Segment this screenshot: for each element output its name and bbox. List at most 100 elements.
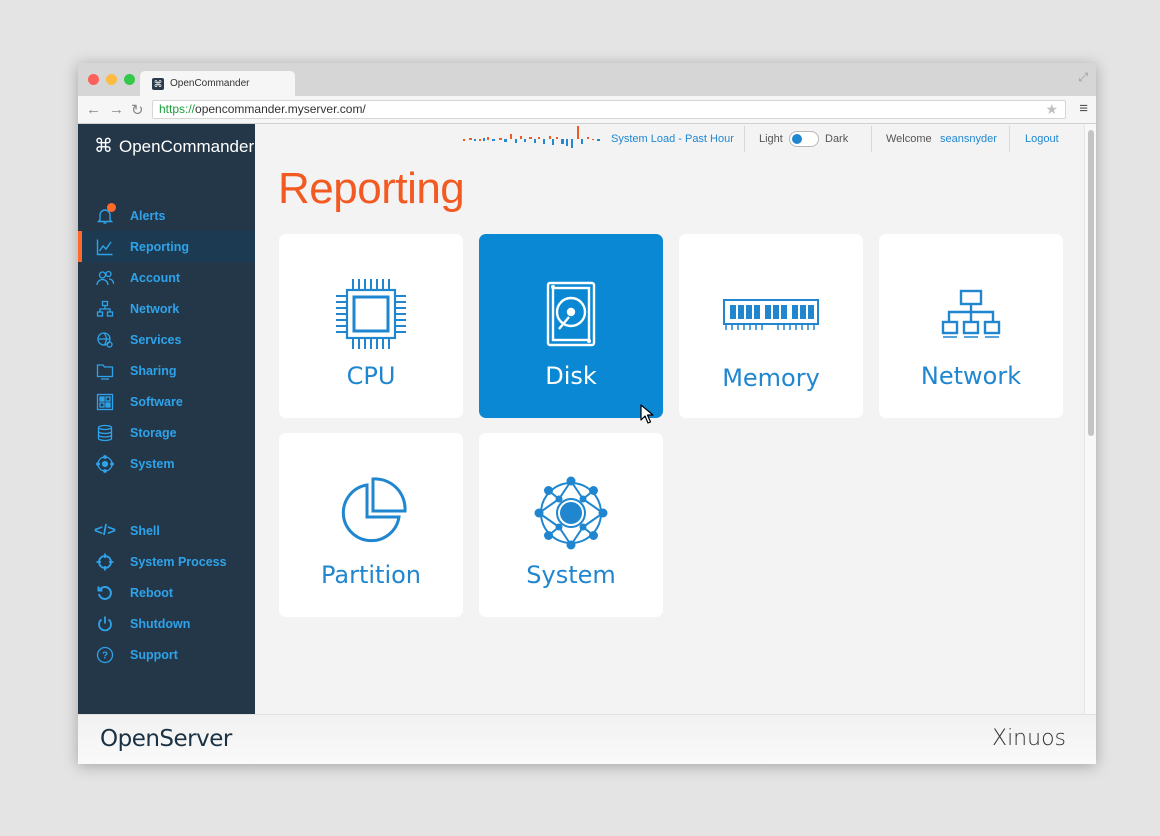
sidebar-item-reporting[interactable]: Reporting — [78, 231, 255, 262]
sidebar-item-shutdown[interactable]: Shutdown — [78, 608, 255, 639]
sidebar-item-network[interactable]: Network — [78, 293, 255, 324]
footer: OpenServer Xinuos — [78, 714, 1096, 764]
vendor-logo: Xinuos — [992, 726, 1066, 751]
tab-bar: ⌘ OpenCommander ⤢ — [78, 63, 1096, 96]
tile-cpu[interactable]: CPU — [279, 234, 463, 418]
power-icon — [94, 613, 116, 635]
browser-tab[interactable]: ⌘ OpenCommander — [140, 71, 295, 96]
close-window-button[interactable] — [88, 74, 99, 85]
bell-icon — [94, 202, 116, 227]
product-logo: OpenServer — [100, 726, 232, 752]
system-load-sparkline[interactable] — [463, 124, 605, 154]
sidebar-item-system-process[interactable]: System Process — [78, 546, 255, 577]
sidebar-item-system[interactable]: System — [78, 448, 255, 479]
sidebar-item-sharing[interactable]: Sharing — [78, 355, 255, 386]
bookmark-star-icon[interactable]: ★ — [1045, 101, 1058, 118]
url-scheme: https:// — [159, 102, 196, 116]
theme-light-label: Light — [759, 133, 783, 145]
page-title: Reporting — [278, 164, 465, 213]
sidebar-nav: Alerts Reporting Account Network Service… — [78, 200, 255, 479]
reload-icon[interactable]: ↻ — [131, 101, 144, 119]
favicon-icon: ⌘ — [152, 77, 164, 90]
zoom-window-button[interactable] — [124, 74, 135, 85]
sidebar-item-software[interactable]: Software — [78, 386, 255, 417]
cpu-icon — [279, 274, 463, 354]
tile-system[interactable]: System — [479, 433, 663, 617]
system-icon — [94, 453, 116, 475]
system-load-label[interactable]: System Load - Past Hour — [611, 133, 734, 145]
divider — [871, 126, 872, 152]
tab-title: OpenCommander — [170, 78, 250, 89]
mouse-cursor-icon — [640, 404, 654, 424]
top-bar: System Load - Past Hour Light Dark Welco… — [255, 124, 1096, 156]
tile-label: Disk — [545, 362, 597, 390]
logout-link[interactable]: Logout — [1025, 133, 1059, 145]
pie-icon — [279, 473, 463, 553]
tile-network[interactable]: Network — [879, 234, 1063, 418]
disk-icon — [479, 274, 663, 354]
fullscreen-icon[interactable]: ⤢ — [1078, 70, 1088, 85]
sidebar-item-label: Account — [130, 270, 180, 285]
code-icon: </> — [94, 522, 116, 539]
back-icon[interactable]: ← — [86, 101, 101, 118]
forward-icon[interactable]: → — [109, 101, 124, 118]
sidebar-item-alerts[interactable]: Alerts — [78, 200, 255, 231]
sidebar-item-label: Storage — [130, 425, 177, 440]
sidebar-item-label: Support — [130, 647, 178, 662]
sidebar-item-label: Sharing — [130, 363, 177, 378]
sidebar-item-label: System Process — [130, 554, 227, 569]
browser-window: ⌘ OpenCommander ⤢ ← → ↻ https://opencomm… — [78, 63, 1096, 764]
brand-name: OpenCommander — [119, 136, 255, 156]
system-icon — [479, 473, 663, 553]
toggle-knob — [792, 134, 802, 144]
divider — [1009, 126, 1010, 152]
users-icon — [94, 267, 116, 289]
url-path: opencommander.myserver.com/ — [195, 102, 366, 116]
theme-toggle[interactable] — [789, 131, 819, 147]
sidebar-item-label: Software — [130, 394, 183, 409]
sidebar-item-services[interactable]: Services — [78, 324, 255, 355]
network-icon — [94, 298, 116, 320]
minimize-window-button[interactable] — [106, 74, 117, 85]
app-area: ⌘ OpenCommander Alerts Reporting Account… — [78, 124, 1096, 714]
network-icon — [879, 274, 1063, 354]
sidebar-item-label: System — [130, 456, 175, 471]
sidebar-item-reboot[interactable]: Reboot — [78, 577, 255, 608]
sidebar-item-label: Services — [130, 332, 182, 347]
scrollbar[interactable] — [1084, 124, 1096, 714]
command-icon: ⌘ — [94, 136, 113, 157]
memory-icon — [679, 274, 863, 354]
scrollbar-thumb[interactable] — [1088, 130, 1094, 436]
browser-menu-icon[interactable]: ≡ — [1079, 100, 1088, 117]
tile-label: CPU — [346, 362, 396, 390]
sidebar-tools: </> Shell System Process Reboot Shutdown… — [78, 515, 255, 670]
tile-memory[interactable]: Memory — [679, 234, 863, 418]
sidebar-item-label: Reporting — [130, 239, 190, 254]
sidebar-item-storage[interactable]: Storage — [78, 417, 255, 448]
services-icon — [94, 329, 116, 351]
chart-icon — [94, 236, 116, 258]
grid-icon — [94, 391, 116, 413]
username-link[interactable]: seansnyder — [940, 133, 997, 145]
url-input[interactable]: https://opencommander.myserver.com/ — [152, 100, 1066, 119]
address-bar: ← → ↻ https://opencommander.myserver.com… — [78, 96, 1096, 124]
svg-text:?: ? — [102, 650, 108, 661]
reboot-icon — [94, 582, 116, 604]
sidebar-item-label: Alerts — [130, 208, 166, 223]
window-controls — [88, 74, 135, 85]
alert-indicator — [107, 202, 116, 212]
tile-label: Memory — [722, 364, 820, 392]
sidebar-item-label: Shell — [130, 523, 160, 538]
welcome-label: Welcome — [886, 133, 932, 145]
tile-label: Network — [920, 362, 1022, 390]
tile-partition[interactable]: Partition — [279, 433, 463, 617]
sidebar-item-label: Shutdown — [130, 616, 191, 631]
brand[interactable]: ⌘ OpenCommander — [94, 135, 254, 158]
sidebar-item-shell[interactable]: </> Shell — [78, 515, 255, 546]
tile-label: Partition — [320, 561, 422, 589]
database-icon — [94, 422, 116, 444]
sidebar-item-account[interactable]: Account — [78, 262, 255, 293]
theme-dark-label: Dark — [825, 133, 849, 145]
sidebar-item-support[interactable]: ? Support — [78, 639, 255, 670]
tile-disk[interactable]: Disk — [479, 234, 663, 418]
